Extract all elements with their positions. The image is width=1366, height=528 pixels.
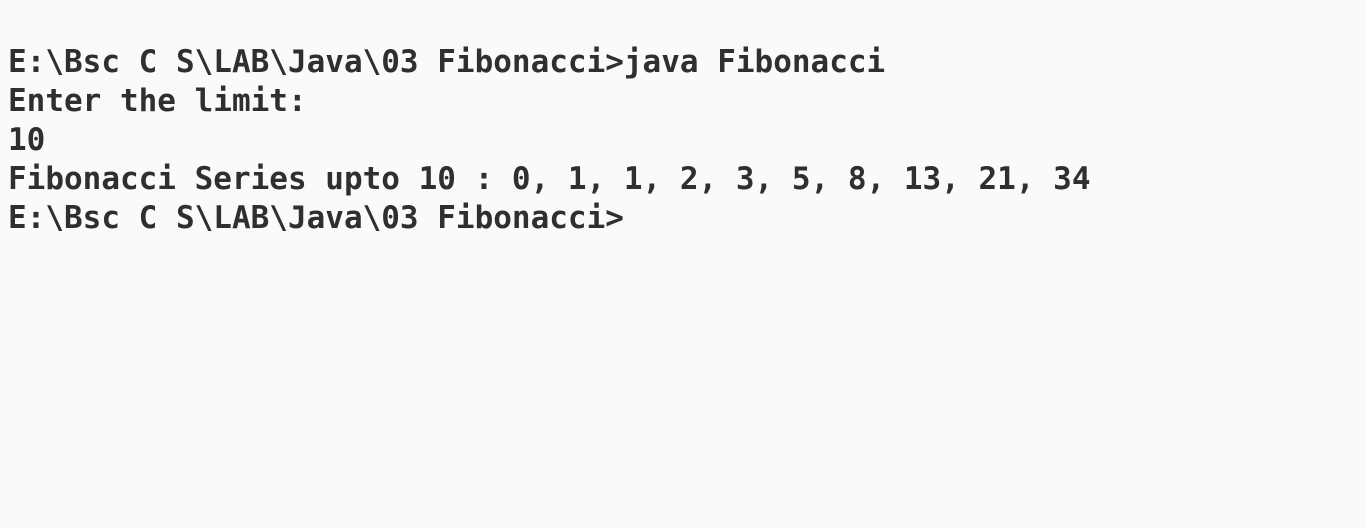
terminal-output[interactable]: E:\Bsc C S\LAB\Java\03 Fibonacci>java Fi…: [0, 0, 1366, 528]
prompt-text: Enter the limit:: [8, 83, 307, 119]
user-input-value: 10: [8, 122, 46, 158]
fibonacci-result: Fibonacci Series upto 10 : 0, 1, 1, 2, 3…: [8, 161, 1091, 197]
command-line: E:\Bsc C S\LAB\Java\03 Fibonacci>java Fi…: [8, 44, 886, 80]
shell-prompt[interactable]: E:\Bsc C S\LAB\Java\03 Fibonacci>: [8, 199, 1366, 238]
